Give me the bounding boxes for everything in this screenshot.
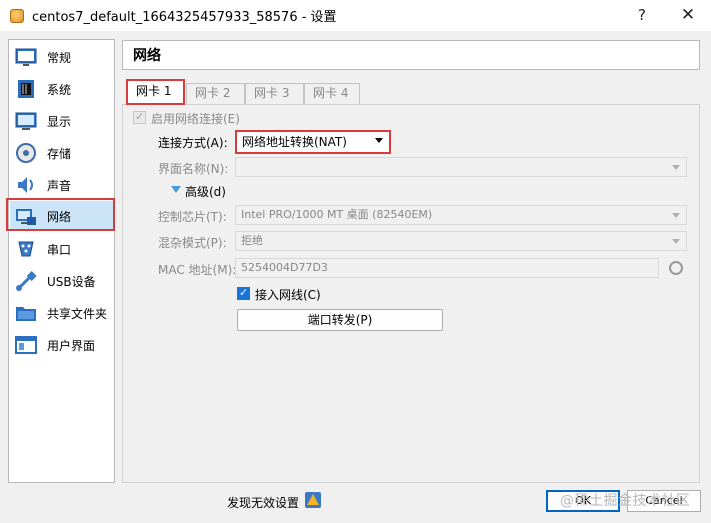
- sidebar-item-audio[interactable]: 声音: [10, 170, 114, 200]
- sidebar-item-user-interface[interactable]: 用户界面: [10, 330, 114, 360]
- system-icon: [15, 78, 37, 100]
- port-forwarding-button[interactable]: 端口转发(P): [237, 309, 443, 331]
- sidebar-item-shared-folders[interactable]: 共享文件夹: [10, 298, 114, 328]
- sidebar-item-system[interactable]: 系统: [10, 74, 114, 104]
- invalid-settings-label: 发现无效设置: [227, 496, 300, 510]
- window-title: centos7_default_1664325457933_58576 - 设置: [32, 10, 337, 25]
- sidebar-item-storage[interactable]: 存储: [10, 138, 114, 168]
- tab-adapter-3[interactable]: 网卡 3: [245, 83, 304, 104]
- storage-icon: [15, 142, 37, 164]
- name-label: 界面名称(N):: [158, 162, 229, 176]
- promiscuous-mode-label: 混杂模式(P):: [158, 236, 227, 250]
- display-icon: [15, 110, 37, 132]
- audio-icon: [15, 174, 37, 196]
- shared-folder-icon: [15, 302, 37, 324]
- tab-adapter-2[interactable]: 网卡 2: [186, 83, 245, 104]
- virtualbox-icon: [10, 8, 24, 23]
- promiscuous-mode-select[interactable]: 拒绝: [235, 231, 687, 251]
- sidebar-item-general[interactable]: 常规: [10, 42, 114, 72]
- tab-adapter-1[interactable]: 网卡 1: [126, 79, 185, 105]
- help-button[interactable]: ?: [630, 4, 654, 26]
- refresh-mac-icon[interactable]: [669, 261, 683, 275]
- expand-triangle-icon[interactable]: [171, 186, 181, 193]
- adapter-type-select[interactable]: Intel PRO/1000 MT 桌面 (82540EM): [235, 205, 687, 225]
- general-icon: [15, 46, 37, 68]
- enable-adapter-checkbox[interactable]: [133, 110, 146, 124]
- page-header: 网络: [122, 40, 700, 70]
- cable-connected-checkbox[interactable]: [237, 286, 250, 300]
- chevron-down-icon: [375, 138, 383, 143]
- attached-to-select[interactable]: 网络地址转换(NAT): [235, 130, 391, 154]
- page-title: 网络: [133, 48, 161, 64]
- tab-adapter-4[interactable]: 网卡 4: [304, 83, 360, 104]
- enable-adapter-label: 启用网络连接(E): [151, 112, 240, 126]
- mac-address-field[interactable]: 5254004D77D3: [235, 258, 659, 278]
- sidebar-item-usb[interactable]: USB设备: [10, 266, 114, 296]
- cable-connected-label: 接入网线(C): [255, 288, 321, 302]
- advanced-toggle[interactable]: 高级(d): [185, 183, 226, 200]
- serial-port-icon: [15, 238, 37, 260]
- name-select[interactable]: [235, 157, 687, 177]
- adapter-type-label: 控制芯片(T):: [158, 210, 227, 224]
- settings-sidebar: 常规 系统 显示 存储 声音 网络 串口 USB设备 共享文件夹 用户界面: [8, 39, 115, 483]
- title-bar: centos7_default_1664325457933_58576 - 设置…: [0, 0, 711, 31]
- chevron-down-icon: [672, 239, 680, 244]
- chevron-down-icon: [672, 213, 680, 218]
- sidebar-item-display[interactable]: 显示: [10, 106, 114, 136]
- sidebar-item-serial-port[interactable]: 串口: [10, 234, 114, 264]
- warning-icon[interactable]: [305, 492, 321, 508]
- mac-address-label: MAC 地址(M):: [158, 263, 237, 277]
- user-interface-icon: [15, 334, 37, 356]
- watermark: @稀土掘金技术社区: [560, 493, 691, 509]
- close-button[interactable]: ✕: [676, 4, 700, 26]
- attached-to-label: 连接方式(A):: [158, 136, 228, 150]
- chevron-down-icon: [672, 165, 680, 170]
- usb-icon: [15, 270, 37, 292]
- selection-highlight: [6, 198, 115, 231]
